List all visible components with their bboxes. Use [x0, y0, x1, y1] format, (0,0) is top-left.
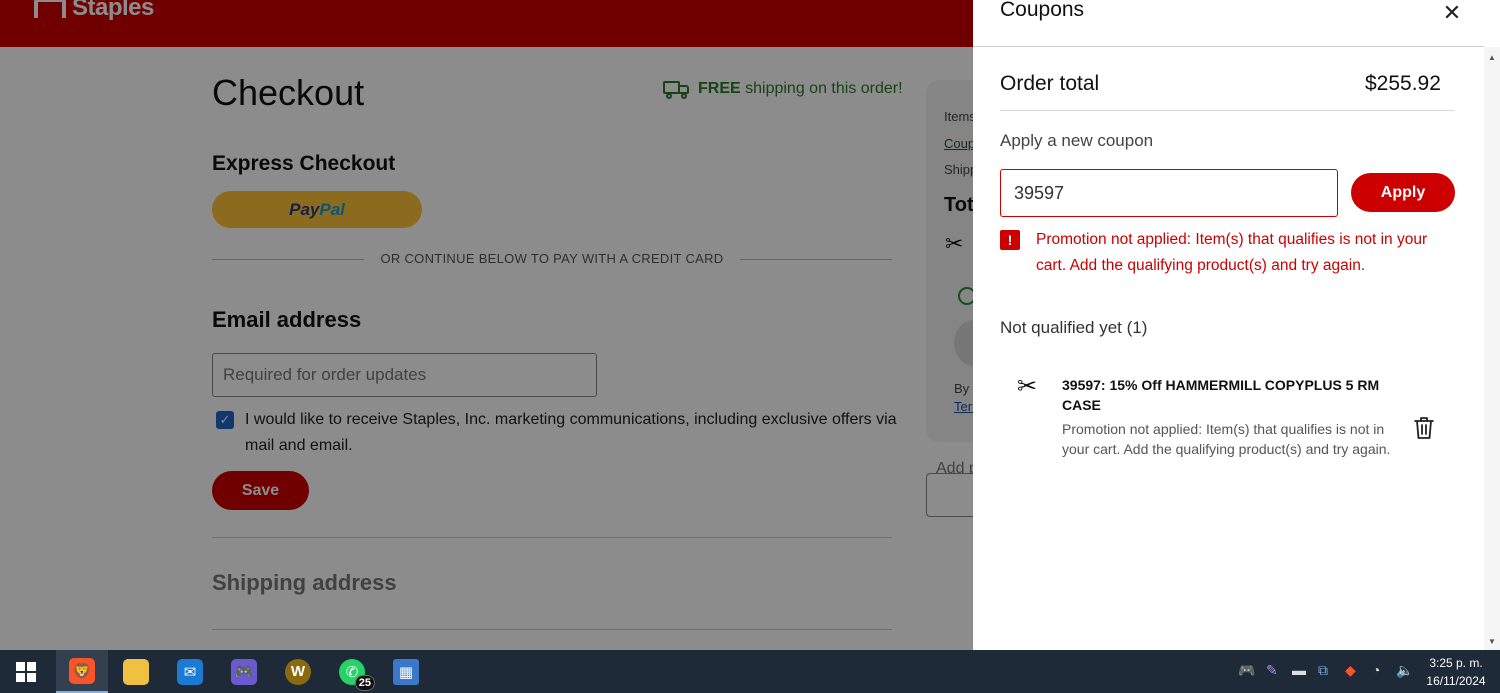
scroll-down-icon[interactable]: ▼ [1488, 637, 1496, 646]
close-icon[interactable]: ✕ [1439, 0, 1465, 26]
start-button[interactable] [0, 650, 52, 693]
scroll-up-icon[interactable]: ▲ [1488, 53, 1496, 62]
tray-network-app-icon[interactable]: ⧉ [1318, 662, 1328, 679]
apply-button[interactable]: Apply [1351, 173, 1455, 212]
tray-pen-icon[interactable]: ✎ [1266, 662, 1278, 679]
taskbar-whatsapp[interactable]: ✆ 25 [326, 650, 378, 693]
taskbar-mail[interactable]: ✉ [164, 650, 216, 693]
coupon-title: 39597: 15% Off HAMMERMILL COPYPLUS 5 RM … [1062, 377, 1380, 413]
mail-icon: ✉ [177, 658, 203, 685]
tray-brave-icon[interactable]: ◆ [1345, 662, 1356, 679]
clock-time: 3:25 p. m. [1429, 656, 1483, 670]
scissors-icon: ✂ [1017, 373, 1038, 400]
trash-icon[interactable] [1413, 416, 1435, 440]
taskbar-calculator[interactable]: ▦ [380, 650, 432, 693]
windows-taskbar: 🦁 ✉ 🎮 W ✆ 25 ▦ 🎮 ✎ ▬ ⧉ ◆ ◔ 🔈 3:25 p. m. 1… [0, 650, 1500, 693]
apply-coupon-label: Apply a new coupon [1000, 131, 1154, 150]
drawer-scrollbar[interactable]: ▲ ▼ [1484, 47, 1500, 650]
tray-display-icon[interactable]: ▬ [1292, 662, 1306, 678]
volume-icon[interactable]: 🔈 [1396, 662, 1413, 679]
not-qualified-heading: Not qualified yet (1) [1000, 318, 1148, 337]
calculator-icon: ▦ [393, 658, 419, 685]
error-icon: ! [1000, 230, 1020, 250]
whatsapp-badge: 25 [354, 674, 375, 691]
tray-gamepad-icon[interactable]: 🎮 [1238, 662, 1255, 679]
order-total-divider [1000, 110, 1455, 111]
order-total-value: $255.92 [1365, 72, 1441, 95]
coupons-drawer: Coupons ✕ Order total $255.92 Apply a ne… [973, 0, 1500, 650]
wifi-icon[interactable]: ◔ [1372, 662, 1380, 678]
order-total-label: Order total [1000, 72, 1100, 95]
windows-icon [16, 661, 36, 682]
system-clock[interactable]: 3:25 p. m. 16/11/2024 [1418, 654, 1494, 690]
whatsapp-icon: ✆ 25 [339, 658, 375, 691]
gamepad-icon: 🎮 [231, 658, 257, 685]
taskbar-warcraft[interactable]: W [272, 650, 324, 693]
clock-date: 16/11/2024 [1426, 674, 1486, 688]
folder-icon [123, 658, 149, 685]
drawer-title: Coupons [1000, 0, 1085, 21]
warcraft-icon: W [285, 658, 311, 685]
drawer-divider [973, 46, 1484, 47]
coupon-description: Promotion not applied: Item(s) that qual… [1062, 421, 1391, 457]
coupon-error-message: Promotion not applied: Item(s) that qual… [1036, 231, 1428, 274]
coupon-code-input[interactable] [1000, 169, 1338, 217]
brave-icon: 🦁 [69, 657, 95, 684]
taskbar-game[interactable]: 🎮 [218, 650, 270, 693]
taskbar-brave[interactable]: 🦁 [56, 650, 108, 693]
taskbar-file-explorer[interactable] [110, 650, 162, 693]
